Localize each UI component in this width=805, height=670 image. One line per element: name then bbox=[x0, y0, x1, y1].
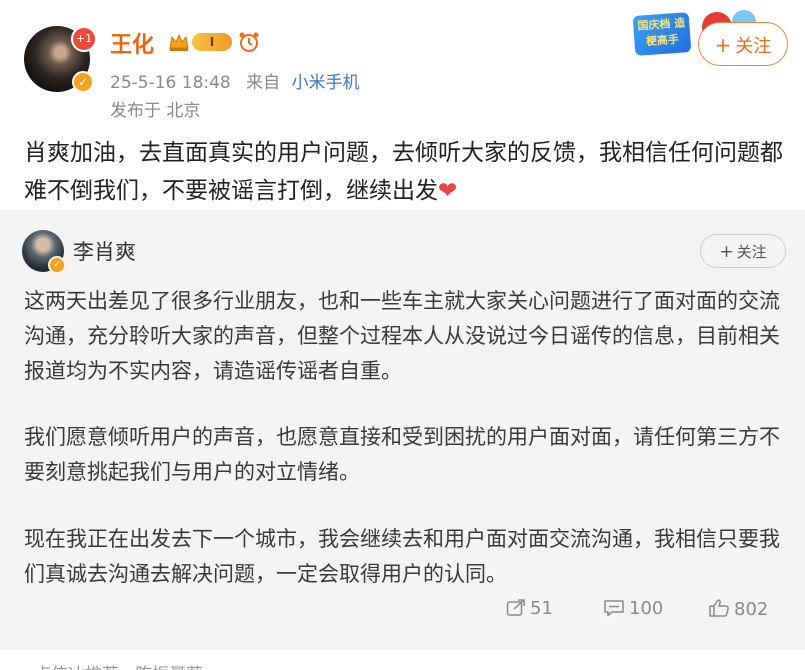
repost-follow-label: 关注 bbox=[736, 243, 767, 261]
plus-icon: + bbox=[714, 33, 732, 57]
comment-count: 100 bbox=[629, 598, 664, 619]
repost-follow-button[interactable]: + 关注 bbox=[700, 234, 786, 268]
reposted-card[interactable]: ✓ 李肖爽 + 关注 这两天出差见了很多行业朋友，也和一些车主就大家关心问题进行了… bbox=[0, 210, 805, 650]
verified-icon: ✓ bbox=[72, 71, 94, 93]
author-name[interactable]: 王化 bbox=[110, 27, 154, 59]
comment-count-button[interactable]: 100 bbox=[603, 598, 663, 619]
post-text-body: 肖爽加油，去直面真实的用户问题，去倾听大家的反馈，我相信任何问题都难不倒我们，不… bbox=[24, 140, 783, 204]
post-meta: 25-5-16 18:48 来自 小米手机 bbox=[110, 68, 360, 93]
crown-icon bbox=[169, 33, 189, 51]
repost-count: 51 bbox=[530, 598, 553, 619]
follow-label: 关注 bbox=[735, 36, 772, 57]
share-icon bbox=[506, 599, 525, 616]
alarm-clock-icon bbox=[239, 32, 259, 52]
repost-author-name[interactable]: 李肖爽 bbox=[73, 236, 136, 266]
post-text: 肖爽加油，去直面真实的用户问题，去倾听大家的反馈，我相信任何问题都难不倒我们，不… bbox=[24, 134, 784, 210]
source-link[interactable]: 小米手机 bbox=[292, 73, 360, 93]
repost-paragraph-3: 现在我正在出发去下一个城市，我会继续去和用户面对面交流沟通，我相信只要我们真诚去… bbox=[24, 527, 780, 586]
avatar-plus-badge: +1 bbox=[71, 26, 97, 52]
thumbs-up-icon bbox=[709, 599, 729, 617]
follow-button[interactable]: + 关注 bbox=[698, 22, 788, 66]
event-badge-tag: 国庆档 造梗高手 bbox=[632, 12, 692, 56]
repost-paragraph-1: 这两天出差见了很多行业朋友，也和一些车主就大家关心问题进行了面对面的交流沟通，充… bbox=[24, 289, 780, 383]
plus-icon: + bbox=[719, 242, 734, 262]
level-badge: I bbox=[192, 33, 232, 51]
source-prefix: 来自 bbox=[246, 73, 281, 93]
comment-icon bbox=[604, 600, 624, 617]
next-post-preview: 卢伟冰推荐 · 陈振聂蔚 bbox=[0, 650, 805, 670]
like-count: 802 bbox=[734, 599, 769, 620]
repost-verified-icon: ✓ bbox=[48, 256, 66, 274]
post-location: 发布于 北京 bbox=[110, 101, 201, 121]
repost-paragraph-2: 我们愿意倾听用户的声音，也愿意直接和受到困扰的用户面对面，请任何第三方不要刻意挑… bbox=[24, 425, 780, 484]
weibo-post: +1 ✓ 王化 I 25-5-16 18:48 来自 小米手机 发布于 北京 国… bbox=[0, 0, 805, 670]
like-count-button[interactable]: 802 bbox=[708, 598, 768, 620]
repost-count-button[interactable]: 51 bbox=[506, 598, 553, 619]
next-post-text: 卢伟冰推荐 · 陈振聂蔚 bbox=[34, 660, 203, 670]
post-time[interactable]: 25-5-16 18:48 bbox=[110, 73, 231, 93]
heart-icon: ❤ bbox=[438, 178, 458, 204]
